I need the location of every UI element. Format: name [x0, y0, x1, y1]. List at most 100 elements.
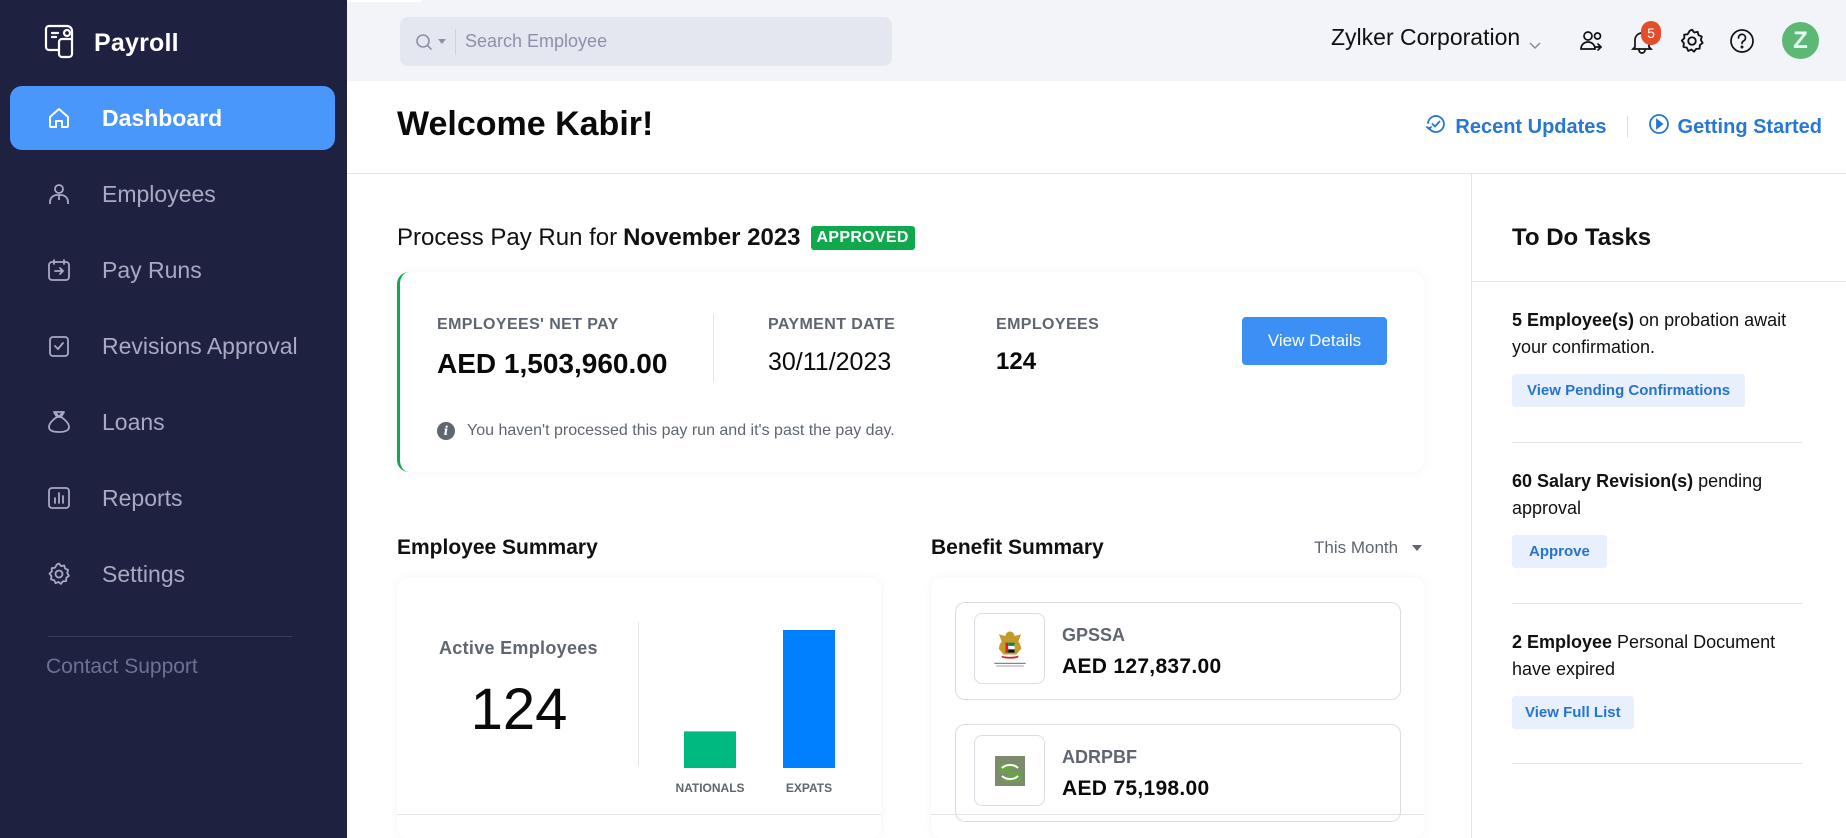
payment-date-block: PAYMENT DATE 30/11/2023 — [768, 316, 895, 377]
sidebar-item-label: Loans — [102, 408, 165, 435]
check-square-icon — [46, 333, 72, 359]
employees-label: EMPLOYEES — [996, 316, 1100, 333]
calendar-arrow-icon — [46, 257, 72, 283]
benefit-name: GPSSA — [1062, 625, 1126, 645]
sidebar-divider — [48, 636, 292, 637]
sidebar-item-revisions-approval[interactable]: Revisions Approval — [10, 314, 335, 378]
view-pending-confirmations-button[interactable]: View Pending Confirmations — [1512, 374, 1746, 407]
approve-button[interactable]: Approve — [1512, 535, 1607, 568]
refresh-check-icon — [1425, 113, 1455, 141]
sidebar: Payroll Dashboard Employees Pay Runs Rev… — [0, 0, 347, 838]
card-footer-line — [397, 814, 881, 815]
payrun-note-text: You haven't processed this pay run and i… — [467, 422, 895, 439]
payrun-divider — [713, 314, 714, 382]
employees-block: EMPLOYEES 124 — [996, 316, 1099, 376]
avatar[interactable]: Z — [1782, 22, 1819, 59]
uae-emblem-logo — [974, 613, 1045, 684]
organization-name: Zylker Corporation — [1331, 24, 1521, 50]
main-content: Process Pay Run for November 2023 APPROV… — [347, 174, 1471, 838]
benefit-amount: AED 75,198.00 — [1062, 777, 1210, 800]
benefit-summary-title: Benefit Summary — [931, 536, 1104, 559]
top-accent-line — [347, 0, 421, 2]
bar-nationals — [684, 731, 736, 768]
sidebar-item-dashboard[interactable]: Dashboard — [10, 86, 335, 150]
net-pay-label: EMPLOYEES' NET PAY — [437, 316, 619, 333]
bell-icon[interactable]: 5 — [1628, 20, 1661, 55]
employee-summary-card: Active Employees 124 NATIONALS EXPATS — [397, 578, 881, 838]
brand[interactable]: Payroll — [42, 22, 179, 65]
view-full-list-button[interactable]: View Full List — [1512, 696, 1634, 729]
payroll-logo-icon — [42, 22, 80, 65]
payrun-note: i You haven't processed this pay run and… — [437, 422, 895, 440]
card-footer-line — [931, 814, 1424, 815]
bar-label-nationals: NATIONALS — [675, 781, 744, 795]
task-text: 5 Employee(s) on probation await your co… — [1512, 307, 1802, 361]
money-bag-icon — [46, 409, 72, 435]
sidebar-item-loans[interactable]: Loans — [10, 390, 335, 454]
top-icons: 5 Z — [1578, 20, 1819, 59]
todo-task: 5 Employee(s) on probation await your co… — [1512, 307, 1802, 407]
benefit-item-adrpbf[interactable]: ADRPBF AED 75,198.00 — [955, 724, 1401, 822]
benefit-item-gpssa[interactable]: GPSSA AED 127,837.00 — [955, 602, 1401, 700]
top-bar: Zylker Corporation 5 Z — [347, 0, 1846, 81]
notification-badge: 5 — [1641, 20, 1661, 45]
todo-panel: To Do Tasks 5 Employee(s) on probation a… — [1471, 174, 1846, 838]
todo-task: 60 Salary Revision(s) pending approval A… — [1512, 468, 1802, 568]
payrun-period: November 2023 — [623, 224, 801, 251]
view-details-button[interactable]: View Details — [1242, 317, 1387, 365]
organization-switcher[interactable]: Zylker Corporation — [1331, 24, 1542, 51]
caret-down-icon — [1412, 545, 1423, 551]
todo-header-divider — [1472, 281, 1846, 282]
recent-updates-link[interactable]: Recent Updates — [1425, 113, 1607, 141]
bar-expats — [783, 630, 835, 768]
payment-date-label: PAYMENT DATE — [768, 316, 896, 333]
search-input[interactable] — [465, 31, 845, 52]
sidebar-item-label: Reports — [102, 484, 183, 511]
gear-icon[interactable] — [1678, 27, 1706, 55]
sidebar-item-pay-runs[interactable]: Pay Runs — [10, 238, 335, 302]
bar-chart-icon — [46, 485, 72, 511]
net-pay-block: EMPLOYEES' NET PAY AED 1,503,960.00 — [437, 316, 667, 380]
payment-date-value: 30/11/2023 — [768, 348, 892, 376]
sidebar-nav: Dashboard Employees Pay Runs Revisions A… — [10, 86, 335, 618]
benefit-summary-card: GPSSA AED 127,837.00 ADRPBF AED 75,198.0… — [931, 578, 1424, 838]
benefit-name: ADRPBF — [1062, 747, 1137, 767]
help-icon[interactable] — [1728, 27, 1756, 55]
play-circle-icon — [1648, 113, 1678, 141]
benefit-amount: AED 127,837.00 — [1062, 655, 1222, 678]
bar-label-expats: EXPATS — [786, 781, 832, 795]
adrpbf-logo — [974, 735, 1045, 806]
net-pay-value: AED 1,503,960.00 — [437, 348, 668, 379]
payrun-heading: Process Pay Run for November 2023 APPROV… — [397, 224, 915, 252]
employee-summary-title: Employee Summary — [397, 536, 598, 559]
task-divider — [1512, 603, 1802, 604]
home-icon — [46, 105, 72, 131]
search-filter-caret-icon[interactable] — [438, 39, 446, 44]
sidebar-item-reports[interactable]: Reports — [10, 466, 335, 530]
sidebar-item-label: Pay Runs — [102, 256, 202, 283]
contact-support-link[interactable]: Contact Support — [46, 655, 198, 679]
person-icon — [46, 181, 72, 207]
task-text: 2 Employee Personal Document have expire… — [1512, 629, 1802, 683]
sidebar-item-employees[interactable]: Employees — [10, 162, 335, 226]
task-count: 60 Salary Revision(s) — [1512, 471, 1694, 491]
todo-task: 2 Employee Personal Document have expire… — [1512, 629, 1802, 729]
period-dropdown[interactable]: This Month — [1314, 538, 1423, 558]
sidebar-item-label: Dashboard — [102, 104, 223, 131]
payrun-card: EMPLOYEES' NET PAY AED 1,503,960.00 PAYM… — [397, 272, 1424, 472]
todo-title: To Do Tasks — [1512, 224, 1652, 251]
active-employees-label: Active Employees — [439, 638, 598, 658]
getting-started-label: Getting Started — [1677, 115, 1822, 138]
payrun-heading-prefix: Process Pay Run for — [397, 224, 618, 251]
getting-started-link[interactable]: Getting Started — [1648, 113, 1822, 141]
users-icon[interactable] — [1578, 27, 1606, 55]
quick-links-separator — [1626, 116, 1628, 138]
recent-updates-label: Recent Updates — [1455, 115, 1607, 138]
sidebar-item-settings[interactable]: Settings — [10, 542, 335, 606]
search-icon[interactable] — [414, 32, 434, 52]
employee-bar-chart: NATIONALS EXPATS — [675, 630, 835, 795]
sidebar-item-label: Revisions Approval — [102, 332, 298, 359]
task-divider — [1512, 442, 1802, 443]
task-count: 5 Employee(s) — [1512, 310, 1635, 330]
employee-summary-divider — [638, 622, 639, 766]
